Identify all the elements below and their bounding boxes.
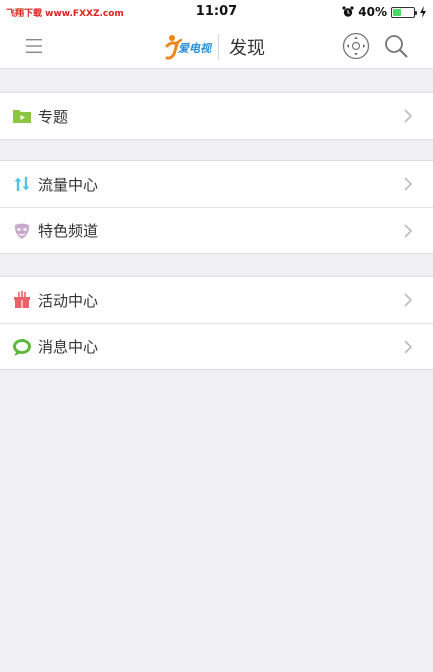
battery-percent: 40% — [358, 5, 387, 19]
menu-item-label: 消息中心 — [38, 338, 99, 356]
nav-bar: 爱电视 发现 — [0, 24, 433, 69]
data-transfer-icon — [14, 177, 30, 191]
menu-item-featured-channels[interactable]: 特色频道 — [0, 207, 433, 253]
gift-icon — [14, 291, 30, 308]
remote-control-icon[interactable] — [342, 32, 370, 60]
mask-icon — [14, 223, 30, 239]
chevron-right-icon — [404, 293, 413, 307]
chevron-right-icon — [404, 340, 413, 354]
logo-text: 爱电视 — [178, 42, 212, 55]
menu-item-label: 活动中心 — [38, 291, 99, 310]
menu-item-data-center[interactable]: 流量中心 — [0, 161, 433, 207]
status-bar: 飞翔下载 www.FXXZ.com 11:07 40% — [0, 0, 433, 24]
charging-icon — [420, 6, 426, 18]
menu-group-2: 流量中心 特色频道 — [0, 160, 433, 254]
chevron-right-icon — [404, 224, 413, 238]
menu-icon[interactable] — [24, 36, 44, 56]
menu-group-1: 专题 — [0, 92, 433, 140]
menu-item-label: 流量中心 — [38, 175, 99, 194]
message-icon — [13, 338, 31, 356]
menu-item-label: 专题 — [38, 107, 69, 126]
menu-item-label: 特色频道 — [38, 222, 99, 240]
battery-icon — [391, 6, 417, 18]
menu-item-activity-center[interactable]: 活动中心 — [0, 277, 433, 323]
menu-group-3: 活动中心 消息中心 — [0, 276, 433, 370]
brand-divider — [218, 34, 219, 60]
brand: 爱电视 发现 — [164, 30, 265, 64]
video-folder-icon — [13, 110, 31, 123]
battery-fill — [393, 8, 401, 16]
page-title: 发现 — [229, 38, 265, 59]
chevron-right-icon — [404, 109, 413, 123]
alarm-icon — [342, 6, 354, 17]
status-indicators: 40% — [342, 4, 427, 20]
menu-item-message-center[interactable]: 消息中心 — [0, 323, 433, 369]
search-icon[interactable] — [383, 33, 409, 59]
menu-item-topics[interactable]: 专题 — [0, 93, 433, 139]
logo: 爱电视 — [165, 35, 212, 60]
chevron-right-icon — [404, 177, 413, 191]
